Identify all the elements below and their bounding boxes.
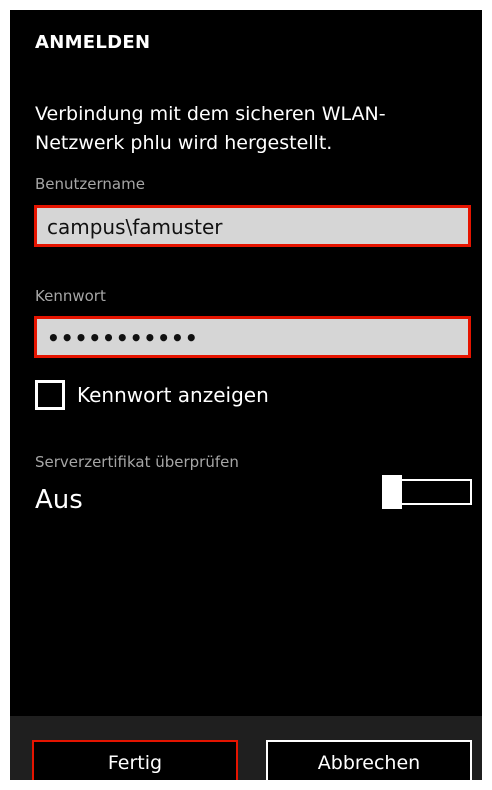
username-label: Benutzername bbox=[35, 175, 145, 193]
toggle-track bbox=[394, 479, 472, 505]
done-button[interactable]: Fertig bbox=[32, 740, 238, 780]
server-certificate-toggle[interactable] bbox=[382, 475, 476, 509]
connection-message: Verbindung mit dem sicheren WLAN-Netzwer… bbox=[35, 103, 386, 154]
server-certificate-value: Aus bbox=[35, 485, 83, 515]
show-password-label: Kennwort anzeigen bbox=[77, 383, 269, 407]
username-field[interactable]: campus\famuster bbox=[34, 205, 471, 247]
password-field[interactable]: ••••••••••• bbox=[34, 316, 471, 358]
cancel-button[interactable]: Abbrechen bbox=[266, 740, 472, 780]
username-value: campus\famuster bbox=[47, 215, 223, 239]
toggle-thumb[interactable] bbox=[382, 475, 402, 509]
signin-screen: ANMELDEN Verbindung mit dem sicheren WLA… bbox=[10, 10, 482, 780]
show-password-checkbox-row[interactable]: Kennwort anzeigen bbox=[35, 380, 269, 410]
show-password-checkbox[interactable] bbox=[35, 380, 65, 410]
page-title: ANMELDEN bbox=[35, 32, 151, 53]
password-label: Kennwort bbox=[35, 287, 106, 305]
password-value: ••••••••••• bbox=[47, 326, 199, 350]
server-certificate-label: Serverzertifikat überprüfen bbox=[35, 453, 239, 471]
